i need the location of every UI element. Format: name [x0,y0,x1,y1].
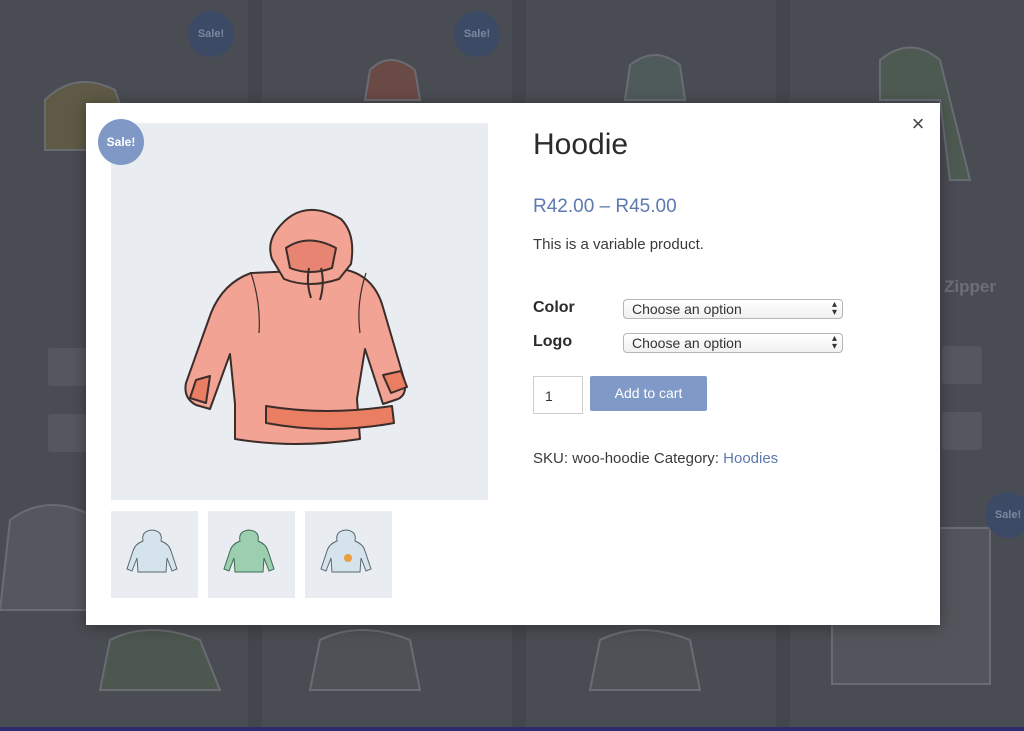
hoodie-image [184,208,408,445]
bg-product-title: Zipper [944,277,996,296]
category-link[interactable]: Hoodies [723,450,778,467]
sku-label: SKU: [533,450,569,467]
bg-sale-badge: Sale! [985,492,1024,538]
hoodie-thumbnail-icon [223,529,275,573]
bg-button [942,346,982,384]
bg-button [942,412,982,450]
category-label: Category: [653,450,719,467]
logo-select[interactable]: Choose an option ▴ ▾ [623,333,843,353]
bg-sale-badge: Sale! [188,11,234,57]
quantity-input[interactable]: 1 [533,376,583,414]
bg-button [48,348,88,386]
page-bottom-strip [0,727,1024,731]
thumbnail-hoodie-blue[interactable] [111,511,198,598]
bg-sale-badge: Sale! [454,11,500,57]
sale-badge: Sale! [98,119,144,165]
thumbnail-hoodie-green[interactable] [208,511,295,598]
add-to-cart-button[interactable]: Add to cart [590,376,707,411]
thumbnail-hoodie-with-logo[interactable] [305,511,392,598]
bg-button [48,414,88,452]
product-title: Hoodie [533,128,629,161]
product-price: R42.00 – R45.00 [533,196,677,217]
product-main-image[interactable] [111,123,488,500]
color-select[interactable]: Choose an option ▴ ▾ [623,299,843,319]
logo-select-value: Choose an option [632,335,742,351]
product-description: This is a variable product. [533,236,704,253]
select-arrows-icon: ▴ ▾ [831,299,837,318]
color-select-value: Choose an option [632,301,742,317]
hoodie-thumbnail-icon [126,529,178,573]
logo-label: Logo [533,333,573,350]
sku-value: woo-hoodie [572,450,650,467]
color-label: Color [533,299,575,316]
select-arrows-icon: ▴ ▾ [831,333,837,352]
product-meta: SKU: woo-hoodie Category: Hoodies [533,450,778,467]
close-icon[interactable]: × [906,112,930,136]
hoodie-thumbnail-icon [320,529,372,573]
